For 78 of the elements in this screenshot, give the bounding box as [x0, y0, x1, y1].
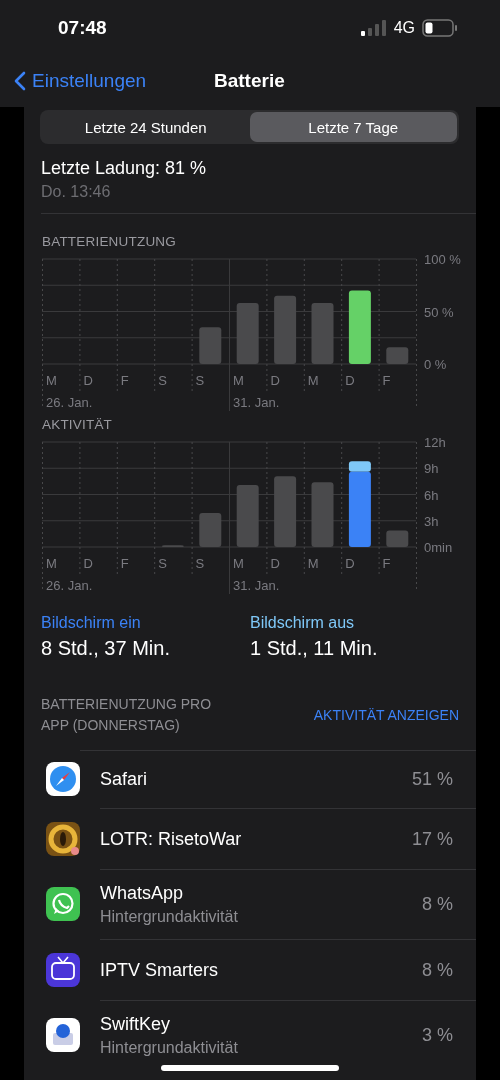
back-button[interactable]: Einstellungen: [14, 70, 147, 92]
last-charge-time: Do. 13:46: [41, 183, 112, 201]
axis-label: F: [382, 373, 391, 388]
axis-label: F: [120, 373, 129, 388]
segment-tab[interactable]: Letzte 7 Tage: [249, 112, 457, 142]
date-label: 31. Jan.: [233, 395, 280, 410]
last-charge-title: Letzte Ladung: 81 %: [41, 158, 208, 179]
app-percent: 3 %: [421, 1025, 453, 1046]
axis-label: F: [120, 556, 129, 571]
axis-label: D: [83, 373, 93, 388]
date-label: 26. Jan.: [46, 395, 93, 410]
axis-label: D: [345, 556, 355, 571]
axis-label: D: [83, 556, 93, 571]
keyboard-icon: [46, 1018, 80, 1052]
chart-title: AKTIVITÄT: [41, 416, 114, 432]
compass-icon: [46, 762, 80, 796]
app-percent: 8 %: [421, 894, 453, 915]
axis-label: 9h: [424, 461, 439, 477]
axis-label: 0min: [424, 540, 453, 555]
bar: [386, 347, 409, 364]
axis-label: D: [270, 373, 280, 388]
axis-label: D: [270, 556, 280, 571]
bar: [236, 484, 259, 547]
bar: [236, 303, 259, 364]
axis-label: 50 %: [424, 304, 454, 320]
bar: [311, 303, 334, 364]
axis-label: M: [46, 556, 57, 571]
app-name: IPTV Smarters: [100, 959, 220, 981]
bar: [386, 530, 409, 547]
app-percent: 51 %: [411, 769, 453, 790]
chart-title: BATTERIENUTZUNG: [41, 233, 177, 249]
screen-time-value: 8 Std., 37 Min.: [41, 637, 171, 660]
axis-label: 3h: [424, 513, 439, 529]
axis-label: M: [233, 556, 244, 571]
screen-time-label: Bildschirm ein: [41, 614, 142, 632]
bar: [274, 476, 297, 547]
page-title: Batterie: [214, 70, 285, 92]
status-time: 07:48: [58, 16, 107, 39]
axis-label: M: [46, 373, 57, 388]
tv-icon: [46, 952, 80, 987]
section-header: BATTERIENUTZUNG PRO APP (DONNERSTAG): [41, 695, 213, 735]
axis-label: F: [382, 556, 391, 571]
axis-label: 0 %: [424, 357, 447, 372]
screen-time-value: 1 Std., 11 Min.: [250, 637, 379, 660]
bar: [274, 295, 297, 364]
date-label: 26. Jan.: [46, 578, 93, 593]
app-percent: 8 %: [421, 959, 453, 981]
bar: [199, 512, 222, 547]
axis-label: S: [195, 373, 205, 388]
signal-icon: [360, 19, 387, 36]
axis-label: M: [307, 556, 319, 571]
axis-label: D: [345, 373, 355, 388]
axis-label: M: [307, 373, 319, 388]
chevron-icon: [14, 71, 26, 91]
network-label: 4G: [393, 18, 415, 37]
app-name: SwiftKey: [100, 1014, 172, 1035]
segment-tab[interactable]: Letzte 24 Stunden: [42, 112, 250, 142]
axis-label: S: [195, 556, 205, 571]
date-label: 31. Jan.: [233, 578, 280, 593]
app-name: Safari: [100, 769, 149, 790]
bar: [199, 327, 222, 364]
ring-icon: [46, 821, 80, 856]
axis-label: 100 %: [424, 253, 461, 267]
axis-label: S: [158, 556, 167, 571]
axis-label: 6h: [424, 487, 439, 503]
app-name: LOTR: RisetoWar: [100, 828, 243, 850]
axis-label: M: [233, 373, 244, 388]
screen-time-label: Bildschirm aus: [250, 614, 356, 632]
axis-label: S: [158, 373, 167, 388]
app-percent: 17 %: [411, 828, 453, 850]
activity-link[interactable]: AKTIVITÄT ANZEIGEN: [313, 707, 459, 723]
bar: [311, 482, 334, 547]
app-name: WhatsApp: [100, 883, 185, 904]
chat-icon: [46, 887, 80, 921]
battery-icon: [422, 18, 458, 37]
app-subtitle: Hintergrundaktivität: [100, 908, 239, 926]
axis-label: 12h: [424, 436, 446, 450]
app-subtitle: Hintergrundaktivität: [100, 1039, 239, 1057]
